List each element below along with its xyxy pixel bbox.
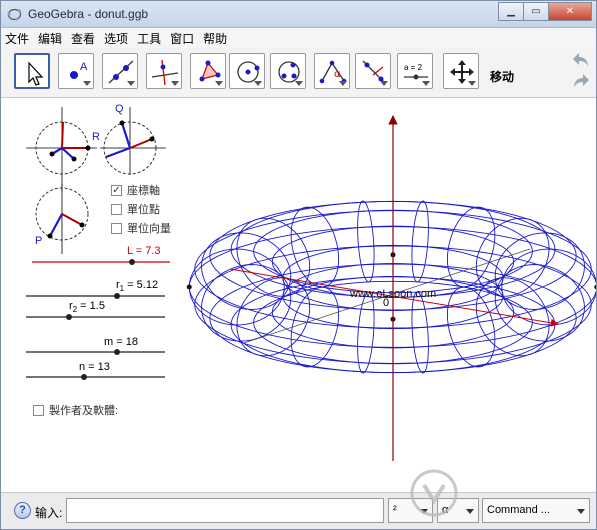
current-tool-label: 移动	[490, 70, 515, 84]
app-window: GeoGebra - donut.ggb ▁ ▭ ✕ 文件 编辑 查看 选项 工…	[0, 0, 597, 530]
watermark-text: www.oLsoon.com	[349, 288, 436, 300]
cursor-arrow-icon	[28, 61, 44, 86]
maximize-icon: ▭	[531, 6, 541, 17]
torus-meridian	[446, 286, 496, 368]
author-checkbox-row[interactable]: 製作者及軟體:	[33, 402, 118, 418]
slider-r1-label: r1 = 5.12	[116, 279, 158, 293]
point-q-label: Q	[115, 103, 124, 115]
menu-tools[interactable]: 工具	[137, 30, 161, 47]
slider-tool-button[interactable]: a = 2	[397, 53, 433, 89]
symbol-combo-value: ²	[393, 504, 397, 516]
torus-point[interactable]	[594, 284, 597, 290]
svg-text:α: α	[334, 69, 341, 80]
menu-edit[interactable]: 编辑	[38, 30, 62, 47]
unit-point-checkbox-row[interactable]: 單位點	[111, 201, 160, 217]
main-panel: Q R P ✓ 座標軸 單位點 單位向量 L = 7.3 r1 = 5.12 r…	[2, 99, 597, 492]
author-checkbox[interactable]	[33, 404, 44, 416]
torus-point[interactable]	[186, 284, 192, 290]
point-tool-button[interactable]: A	[58, 53, 94, 89]
menu-bar: 文件 编辑 查看 选项 工具 窗口 帮助	[1, 28, 596, 48]
torus-meridian	[357, 200, 375, 283]
point-r-label: R	[92, 131, 100, 143]
slider-n-handle[interactable]	[81, 374, 87, 380]
slider-l-handle[interactable]	[129, 259, 135, 265]
unit-vector-checkbox-label: 單位向量	[127, 223, 171, 235]
unit-vector-checkbox[interactable]	[111, 222, 122, 234]
close-icon: ✕	[565, 6, 575, 17]
torus-meridian	[290, 286, 340, 368]
minimize-icon: ▁	[507, 6, 515, 17]
angle-tool-button[interactable]: α	[314, 53, 350, 89]
slider-r2-value: = 1.5	[77, 300, 105, 312]
title-bar: GeoGebra - donut.ggb ▁ ▭ ✕	[1, 1, 596, 28]
menu-help[interactable]: 帮助	[203, 30, 227, 47]
slider-r1-value: = 5.12	[124, 279, 159, 291]
author-checkbox-label: 製作者及軟體:	[49, 405, 119, 417]
slider-m-label: m = 18	[104, 336, 138, 348]
input-label: 输入:	[35, 506, 63, 520]
torus-meridian	[290, 206, 340, 288]
perpendicular-tool-button[interactable]	[146, 53, 182, 89]
svg-text:A: A	[80, 61, 88, 73]
command-input[interactable]	[66, 498, 384, 523]
slider-icon-text: a = 2	[404, 63, 423, 72]
geogebra-logo-icon	[7, 8, 22, 21]
close-button[interactable]: ✕	[548, 2, 592, 21]
axes-checkbox-row[interactable]: ✓ 座標軸	[111, 182, 160, 198]
polygon-tool-button[interactable]	[190, 53, 226, 89]
torus-meridian	[411, 200, 429, 283]
unit-point-checkbox[interactable]	[111, 203, 122, 215]
conic-tool-button[interactable]	[270, 53, 306, 89]
graphics-view[interactable]: 0 www.oLsoon.com	[182, 99, 597, 492]
move-tool-button[interactable]	[14, 53, 50, 89]
slider-r2-handle[interactable]	[66, 314, 72, 320]
axes-checkbox[interactable]: ✓	[111, 184, 122, 196]
slider-r2-label: r2 = 1.5	[69, 300, 105, 314]
circle-tool-button[interactable]	[229, 53, 265, 89]
torus-meridian	[411, 291, 429, 374]
move-view-tool-button[interactable]	[443, 53, 479, 89]
reflect-tool-button[interactable]	[355, 53, 391, 89]
slider-r1-handle[interactable]	[114, 293, 120, 299]
help-icon[interactable]: ?	[14, 502, 31, 519]
line-tool-button[interactable]	[102, 53, 138, 89]
minimize-button[interactable]: ▁	[498, 2, 524, 21]
menu-view[interactable]: 查看	[71, 30, 95, 47]
site-watermark-logo	[410, 469, 458, 517]
unit-vector-checkbox-row[interactable]: 單位向量	[111, 220, 171, 236]
redo-icon[interactable]	[571, 72, 591, 90]
toolbar: A α a = 2 移动	[1, 48, 596, 98]
slider-m-handle[interactable]	[114, 349, 120, 355]
slider-n-label: n = 13	[79, 361, 110, 373]
unit-point-checkbox-label: 單位點	[127, 204, 160, 216]
menu-options[interactable]: 选项	[104, 30, 128, 47]
point-p-label: P	[35, 235, 42, 247]
undo-icon[interactable]	[571, 51, 591, 69]
axes-checkbox-label: 座標軸	[127, 185, 160, 197]
menu-file[interactable]: 文件	[5, 30, 29, 47]
torus-mesh	[186, 200, 597, 374]
torus-meridian	[357, 291, 375, 374]
torus-plot: 0 www.oLsoon.com	[186, 115, 597, 461]
algebra-side-panel: Q R P ✓ 座標軸 單位點 單位向量 L = 7.3 r1 = 5.12 r…	[2, 99, 182, 492]
maximize-button[interactable]: ▭	[523, 2, 549, 21]
window-title: GeoGebra - donut.ggb	[28, 7, 149, 21]
torus-meridian	[446, 206, 496, 288]
menu-window[interactable]: 窗口	[170, 30, 194, 47]
